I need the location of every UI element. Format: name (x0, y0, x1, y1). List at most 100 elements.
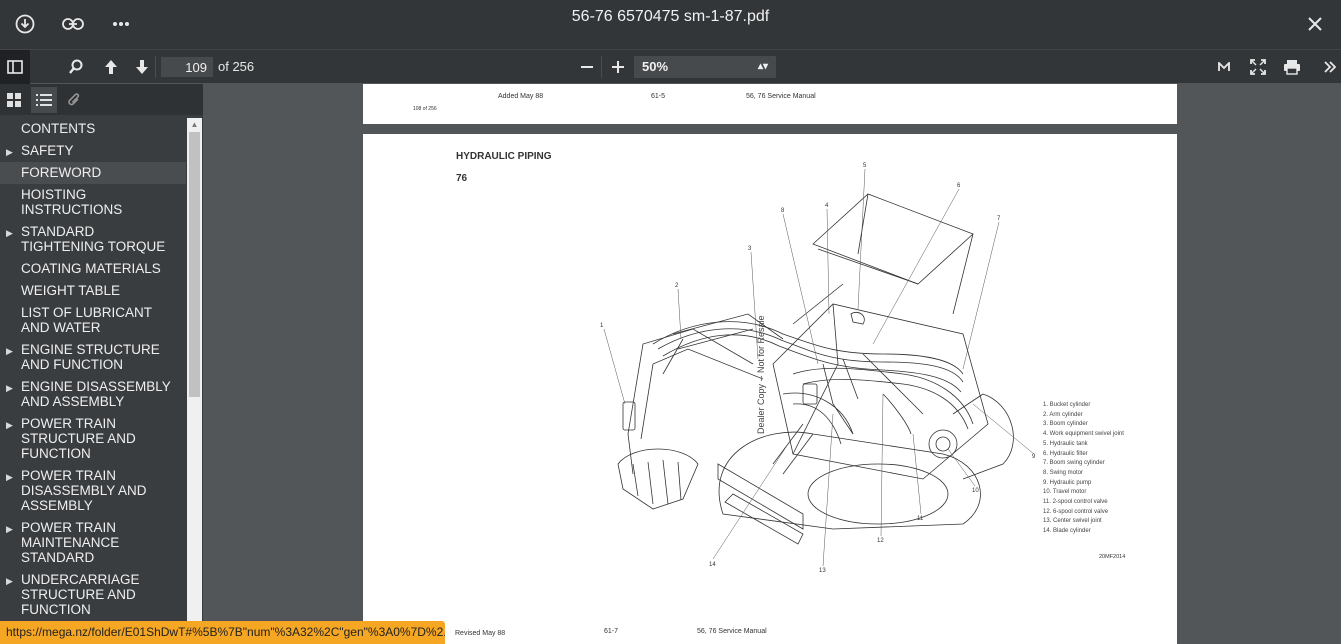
sidebar: CONTENTS ▶ SAFETY FOREWORD HOISTING INSTRUCT… (0, 84, 203, 644)
legend-item: 11. 2-spool control valve (1043, 499, 1108, 506)
attachments-tab-icon[interactable] (61, 87, 87, 113)
document-outline: CONTENTS ▶ SAFETY FOREWORD HOISTING INSTRUCT… (0, 118, 186, 644)
outline-item-label: LIST OF LUBRICANT AND WATER (21, 305, 152, 335)
legend-item: 13. Center swivel joint (1043, 518, 1102, 525)
title-bar: 56-76 6570475 sm-1-87.pdf (0, 0, 1341, 49)
zoom-value: 50% (642, 59, 669, 74)
legend-item: 5. Hydraulic tank (1043, 440, 1088, 447)
pdf-page-current: HYDRAULIC PIPING 76 1 2 3 4 5 6 7 8 9 10… (363, 134, 1177, 644)
outline-item-label: ENGINE DISASSEMBLY AND ASSEMBLY (21, 379, 171, 409)
legend-item: 10. Travel motor (1043, 489, 1087, 496)
zoom-out-button[interactable] (573, 54, 601, 80)
expand-arrow-icon[interactable]: ▶ (6, 470, 13, 485)
outline-item-label: CONTENTS (21, 121, 96, 136)
search-icon[interactable] (62, 54, 90, 80)
callout-label: 4 (825, 203, 829, 209)
outline-item[interactable]: ▶ POWER TRAIN MAINTENANCE STANDARD (0, 517, 186, 569)
outline-item[interactable]: ▶ ENGINE DISASSEMBLY AND ASSEMBLY (0, 376, 186, 413)
outline-item[interactable]: WEIGHT TABLE (0, 280, 186, 302)
scroll-up-icon[interactable]: ▲ (187, 118, 202, 132)
outline-item-label: WEIGHT TABLE (21, 283, 121, 298)
zoom-in-button[interactable] (604, 54, 632, 80)
page-code: 61-5 (651, 93, 666, 100)
close-icon[interactable] (1299, 8, 1331, 40)
revised-date: Revised May 88 (455, 630, 506, 637)
legend-item: 6. Hydraulic filter (1043, 450, 1088, 457)
hydraulic-piping-diagram: 1 2 3 4 5 6 7 8 9 10 11 12 13 14 (600, 163, 1036, 574)
outline-item-label: STANDARD TIGHTENING TORQUE (21, 224, 166, 254)
outline-item-label: COATING MATERIALS (21, 261, 161, 276)
previous-page-button[interactable] (97, 54, 125, 80)
page-code: 61-7 (604, 628, 619, 635)
page-total-label: of 256 (218, 59, 255, 74)
outline-item[interactable]: FOREWORD (0, 162, 186, 184)
outline-item[interactable]: ▶ UNDERCARRIAGE STRUCTURE AND FUNCTION (0, 569, 186, 621)
manual-name: 56, 76 Service Manual (697, 628, 767, 635)
callout-label: 2 (675, 283, 679, 289)
callout-label: 3 (748, 246, 752, 252)
expand-arrow-icon[interactable]: ▶ (6, 574, 13, 589)
outline-item-label: SAFETY (21, 143, 74, 158)
toolbar: of 256 50% ▴▾ (0, 49, 1341, 84)
legend-item: 3. Boom cylinder (1043, 421, 1088, 428)
outline-item-label: POWER TRAIN MAINTENANCE STANDARD (21, 520, 120, 565)
document-viewer[interactable]: 108 of 256 Added May 88 61-5 56, 76 Serv… (203, 84, 1341, 644)
chevron-right-double-icon[interactable] (1316, 54, 1341, 80)
print-icon[interactable] (1278, 54, 1306, 80)
thumbnails-tab-icon[interactable] (1, 87, 27, 113)
figure-number: 20MF2014 (1099, 554, 1126, 560)
callout-label: 12 (877, 538, 884, 544)
expand-arrow-icon[interactable]: ▶ (6, 344, 13, 359)
legend-item: 7. Boom swing cylinder (1043, 460, 1105, 467)
legend-item: 12. 6-spool control valve (1043, 508, 1109, 515)
outline-item[interactable]: COATING MATERIALS (0, 258, 186, 280)
scrollbar-thumb[interactable] (189, 132, 200, 397)
expand-arrow-icon[interactable]: ▶ (6, 381, 13, 396)
next-page-button[interactable] (128, 54, 156, 80)
legend-item: 1. Bucket cylinder (1043, 402, 1091, 408)
outline-item-label: ENGINE STRUCTURE AND FUNCTION (21, 342, 160, 372)
callout-label: 1 (600, 323, 604, 329)
callout-label: 10 (972, 488, 979, 494)
pdf-page-previous: 108 of 256 Added May 88 61-5 56, 76 Serv… (363, 84, 1177, 124)
outline-tab-icon[interactable] (31, 87, 57, 113)
callout-label: 6 (957, 183, 961, 189)
legend-item: 4. Work equipment swivel joint (1043, 431, 1124, 438)
outline-item[interactable]: ▶ ENGINE STRUCTURE AND FUNCTION (0, 339, 186, 376)
expand-arrow-icon[interactable]: ▶ (6, 522, 13, 537)
zoom-select[interactable]: 50% ▴▾ (634, 56, 776, 78)
legend-item: 14. Blade cylinder (1043, 528, 1091, 535)
callout-label: 13 (819, 568, 826, 574)
callout-label: 11 (917, 516, 924, 522)
sidebar-toggle-button[interactable] (0, 50, 30, 84)
manual-name: 56, 76 Service Manual (746, 93, 816, 100)
sidebar-tabs (0, 84, 203, 115)
legend-item: 2. Arm cylinder (1043, 411, 1083, 418)
expand-arrow-icon[interactable]: ▶ (6, 145, 13, 160)
outline-item-label: FOREWORD (21, 165, 102, 180)
outline-item[interactable]: LIST OF LUBRICANT AND WATER (0, 302, 186, 339)
watermark-text: Dealer Copy -- Not for Resale (756, 315, 766, 434)
outline-item-label: POWER TRAIN DISASSEMBLY AND ASSEMBLY (21, 468, 147, 513)
page-number-input[interactable] (161, 57, 213, 77)
outline-item[interactable]: CONTENTS (0, 118, 186, 140)
sidebar-scrollbar[interactable]: ▲ (187, 118, 202, 644)
outline-item[interactable]: ▶ STANDARD TIGHTENING TORQUE (0, 221, 186, 258)
callout-label: 8 (781, 208, 785, 214)
outline-item[interactable]: ▶ SAFETY (0, 140, 186, 162)
callout-label: 5 (863, 163, 867, 169)
expand-arrow-icon[interactable]: ▶ (6, 418, 13, 433)
callout-label: 9 (1032, 454, 1036, 460)
outline-item[interactable]: ▶ POWER TRAIN DISASSEMBLY AND ASSEMBLY (0, 465, 186, 517)
page-counter-footer: 108 of 256 (413, 106, 437, 112)
fullscreen-icon[interactable] (1244, 54, 1272, 80)
legend-item: 8. Swing motor (1043, 469, 1084, 476)
expand-arrow-icon[interactable]: ▶ (6, 226, 13, 241)
toolbar-divider (155, 56, 156, 78)
outline-item[interactable]: HOISTING INSTRUCTIONS (0, 184, 186, 221)
status-url-bar: https://mega.nz/folder/E01ShDwT#%5B%7B"n… (0, 621, 445, 644)
document-title: 56-76 6570475 sm-1-87.pdf (571, 8, 770, 25)
callout-label: 14 (709, 562, 716, 568)
outline-item[interactable]: ▶ POWER TRAIN STRUCTURE AND FUNCTION (0, 413, 186, 465)
mega-icon[interactable] (1210, 54, 1238, 80)
